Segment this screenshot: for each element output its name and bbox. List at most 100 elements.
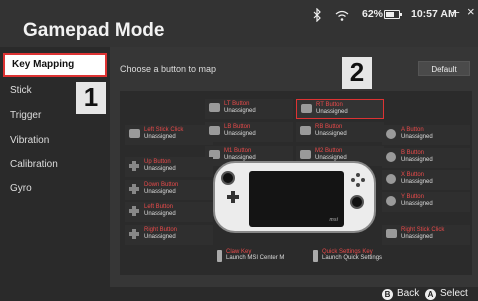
key-mapping-panel: Choose a button to map Default LT Button… xyxy=(110,47,478,287)
m2-icon xyxy=(300,150,311,159)
back-label: Back xyxy=(397,288,420,299)
sidebar-item-calibration[interactable]: Calibration xyxy=(10,159,58,170)
device-screen: msi xyxy=(249,171,344,227)
a-button-glyph-icon: A xyxy=(425,289,436,300)
button-name: Left Button xyxy=(144,204,174,210)
button-state: Unassigned xyxy=(144,234,176,240)
footer-hints: B Back A Select xyxy=(0,287,478,301)
button-state: Unassigned xyxy=(401,179,433,185)
button-state: Unassigned xyxy=(316,109,348,115)
button-name: RB Button xyxy=(315,124,343,130)
sidebar-item-key-mapping[interactable]: Key Mapping xyxy=(3,53,107,77)
y-button-tile[interactable]: Y Button Unassigned xyxy=(382,192,470,212)
button-name: Left Stick Click xyxy=(144,127,184,133)
button-name: M2 Button xyxy=(315,148,343,154)
button-state: Unassigned xyxy=(224,131,256,137)
button-state: Unassigned xyxy=(401,201,433,207)
a-button-icon xyxy=(386,129,396,139)
select-label: Select xyxy=(440,288,468,299)
lb-icon xyxy=(209,126,220,135)
lt-icon xyxy=(209,103,220,112)
a-button-tile[interactable]: A Button Unassigned xyxy=(382,125,470,145)
a-face-button xyxy=(356,183,360,187)
button-name: Right Button xyxy=(144,227,178,233)
button-name: A Button xyxy=(401,127,424,133)
x-button-icon xyxy=(386,174,396,184)
button-state: Unassigned xyxy=(401,134,433,140)
sidebar-item-gyro[interactable]: Gyro xyxy=(10,183,32,194)
claw-key-icon xyxy=(217,250,222,262)
y-button-icon xyxy=(386,196,396,206)
app-title: Gamepad Mode xyxy=(23,20,165,41)
battery-percent: 62% xyxy=(362,8,384,20)
button-name: Up Button xyxy=(144,159,171,165)
back-hint[interactable]: B Back xyxy=(382,288,419,300)
rt-icon xyxy=(301,104,312,113)
button-state: Unassigned xyxy=(315,131,347,137)
button-name: Down Button xyxy=(144,182,179,188)
sidebar-item-trigger[interactable]: Trigger xyxy=(10,110,41,121)
button-name: B Button xyxy=(401,150,425,156)
y-face-button xyxy=(356,173,360,177)
battery-icon xyxy=(384,10,402,19)
sidebar-item-stick[interactable]: Stick xyxy=(10,85,32,96)
minimize-button[interactable]: – xyxy=(452,4,459,19)
step-marker-2: 2 xyxy=(342,57,372,89)
clock: 10:57 AM xyxy=(411,8,457,20)
dpad xyxy=(227,191,239,203)
dpad-up-icon xyxy=(129,161,140,171)
b-button-glyph-icon: B xyxy=(382,289,393,300)
down-button-tile[interactable]: Down Button Unassigned xyxy=(125,180,213,200)
title-bar: Gamepad Mode 62% 10:57 AM – × xyxy=(0,0,478,47)
b-face-button xyxy=(361,178,365,182)
quick-settings-key-icon xyxy=(313,250,318,262)
handheld-device-illustration: msi xyxy=(213,161,376,233)
rt-button-tile[interactable]: RT Button Unassigned xyxy=(296,99,384,119)
button-state: Launch MSI Center M xyxy=(226,255,285,261)
button-state: Unassigned xyxy=(401,234,433,240)
rb-icon xyxy=(300,126,311,135)
button-name: LB Button xyxy=(224,124,251,130)
x-face-button xyxy=(351,178,355,182)
b-button-tile[interactable]: B Button Unassigned xyxy=(382,148,470,168)
button-state: Unassigned xyxy=(144,211,176,217)
x-button-tile[interactable]: X Button Unassigned xyxy=(382,170,470,190)
button-name: X Button xyxy=(401,172,425,178)
button-state: Unassigned xyxy=(144,166,176,172)
left-button-tile[interactable]: Left Button Unassigned xyxy=(125,202,213,222)
right-stick-click-tile[interactable]: Right Stick Click Unassigned xyxy=(382,225,470,245)
button-state: Launch Quick Settings xyxy=(322,255,383,261)
lt-button-tile[interactable]: LT Button Unassigned xyxy=(205,99,293,119)
right-button-tile[interactable]: Right Button Unassigned xyxy=(125,225,213,245)
button-state: Unassigned xyxy=(401,157,433,163)
b-button-icon xyxy=(386,152,396,162)
right-stick-icon xyxy=(386,229,397,238)
button-name: RT Button xyxy=(316,102,343,108)
claw-key-tile[interactable]: Claw Key Launch MSI Center M xyxy=(217,249,285,262)
up-button-tile[interactable]: Up Button Unassigned xyxy=(125,157,213,177)
rb-button-tile[interactable]: RB Button Unassigned xyxy=(296,122,384,142)
button-state: Unassigned xyxy=(144,134,176,140)
select-hint[interactable]: A Select xyxy=(425,288,468,300)
button-name: LT Button xyxy=(224,101,250,107)
left-stick xyxy=(221,171,235,185)
left-stick-icon xyxy=(129,129,140,138)
right-stick xyxy=(350,195,364,209)
button-state: Unassigned xyxy=(144,189,176,195)
sidebar-item-vibration[interactable]: Vibration xyxy=(10,135,49,146)
default-button[interactable]: Default xyxy=(418,61,470,76)
wifi-icon xyxy=(335,10,349,21)
button-state: Unassigned xyxy=(224,108,256,114)
step-marker-1: 1 xyxy=(76,82,106,114)
left-stick-click-tile[interactable]: Left Stick Click Unassigned xyxy=(125,125,213,145)
button-name: Y Button xyxy=(401,194,424,200)
page-subtitle: Choose a button to map xyxy=(120,64,217,74)
dpad-right-icon xyxy=(129,229,140,239)
close-button[interactable]: × xyxy=(467,4,475,19)
bluetooth-icon xyxy=(313,8,321,22)
dpad-down-icon xyxy=(129,184,140,194)
button-name: Right Stick Click xyxy=(401,227,445,233)
button-name: M1 Button xyxy=(224,148,252,154)
quick-settings-key-tile[interactable]: Quick Settings Key Launch Quick Settings xyxy=(313,249,383,262)
lb-button-tile[interactable]: LB Button Unassigned xyxy=(205,122,293,142)
